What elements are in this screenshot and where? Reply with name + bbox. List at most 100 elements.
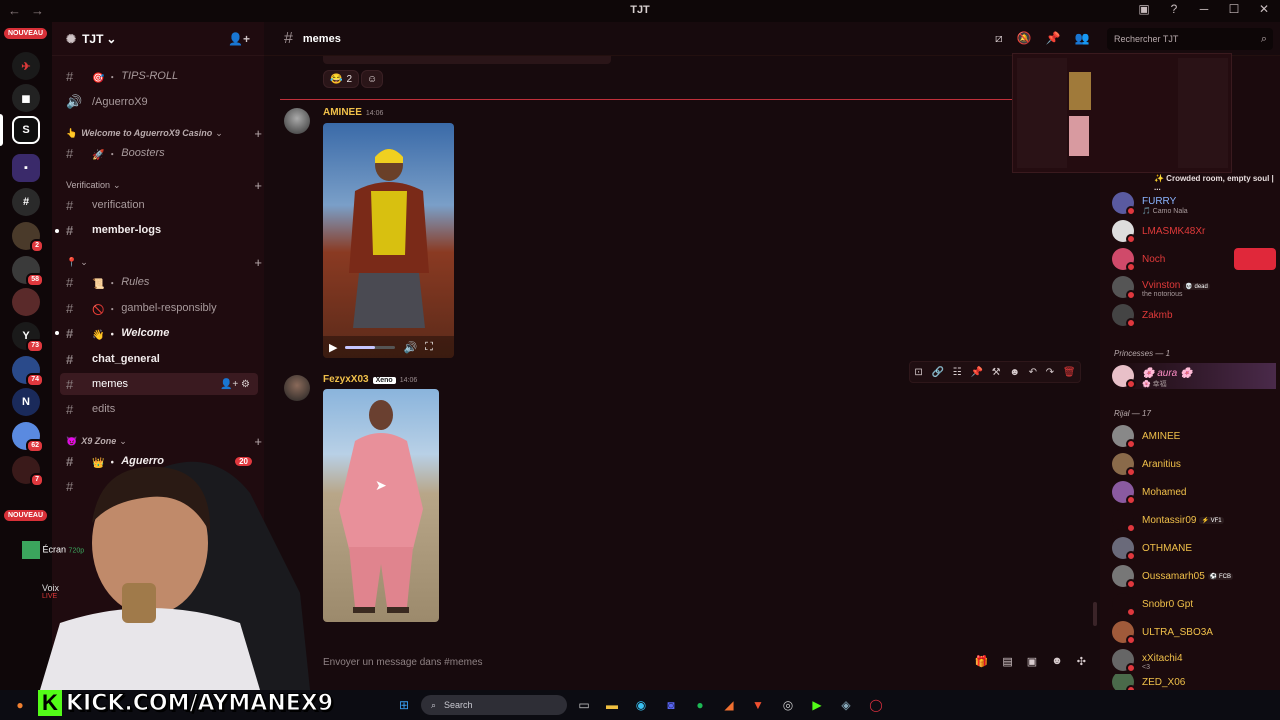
- opera-icon[interactable]: ◯: [868, 697, 884, 713]
- category-welcome[interactable]: 👆 Welcome to AguerroX9 Casino ⌄ +: [66, 125, 262, 141]
- video-attachment[interactable]: ▶ 🔊 ⛶: [323, 123, 454, 358]
- link-icon[interactable]: 🔗: [932, 367, 944, 378]
- member-item[interactable]: Snobr0 Gpt: [1112, 591, 1276, 617]
- server-icon[interactable]: #: [12, 188, 40, 216]
- gift-icon[interactable]: 🎁: [975, 655, 989, 668]
- category-x9zone[interactable]: 😈 X9 Zone ⌄ +: [66, 433, 262, 449]
- message-author[interactable]: FezyxX03 Xeno 14:06: [323, 374, 417, 385]
- emoji-icon[interactable]: ☻: [1051, 655, 1063, 668]
- server-icon-tjt[interactable]: S: [12, 116, 40, 144]
- member-item[interactable]: Noch: [1112, 246, 1276, 272]
- gif-icon[interactable]: ▤: [1002, 655, 1012, 668]
- folder-icon[interactable]: ▪: [12, 154, 40, 182]
- member-item[interactable]: Zakmb: [1112, 302, 1276, 328]
- server-icon[interactable]: [12, 288, 40, 316]
- channel-welcome[interactable]: # 👋 ・ Welcome: [60, 322, 258, 344]
- maximize-icon[interactable]: ☐: [1226, 2, 1242, 16]
- reply-icon[interactable]: ↶: [1029, 367, 1037, 378]
- message-author[interactable]: AMINEE 14:06: [323, 107, 383, 118]
- image-attachment[interactable]: [323, 389, 439, 622]
- minimize-icon[interactable]: ─: [1196, 2, 1212, 16]
- member-item[interactable]: 🌸 aura 🌸 🌸 幸福: [1112, 363, 1276, 389]
- server-icon[interactable]: N: [12, 388, 40, 416]
- add-channel-icon[interactable]: +: [254, 126, 262, 141]
- server-icon[interactable]: Y 73: [12, 322, 44, 353]
- member-item[interactable]: Mohamed: [1112, 479, 1276, 505]
- channel-tips-roll[interactable]: # 🎯 ・ TIPS-ROLL: [60, 65, 258, 87]
- spotify-icon[interactable]: ●: [692, 697, 708, 713]
- threads-icon[interactable]: ⧄: [995, 31, 1003, 46]
- channel-rules[interactable]: # 📜 ・ Rules: [60, 271, 258, 293]
- fullscreen-icon[interactable]: ⛶: [425, 341, 433, 354]
- sticker-icon[interactable]: ▣: [1027, 655, 1037, 668]
- member-item[interactable]: ULTRA_SBO3A: [1112, 619, 1276, 645]
- file-explorer-icon[interactable]: ▬: [604, 697, 620, 713]
- reaction-chip[interactable]: 😂 2: [323, 70, 360, 88]
- message-input[interactable]: Envoyer un message dans #memes 🎁 ▤ ▣ ☻ ✣: [280, 650, 1086, 674]
- member-item[interactable]: LMASMK48Xr: [1112, 218, 1276, 244]
- windows-start-icon[interactable]: ⊞: [396, 697, 412, 713]
- taskbar-search[interactable]: ⌕ Search: [421, 695, 567, 715]
- channel-verification[interactable]: # verification: [60, 194, 258, 216]
- server-icon[interactable]: 62: [12, 422, 44, 453]
- pin-icon[interactable]: 📌: [970, 367, 982, 378]
- channel-chat-general[interactable]: # chat_general: [60, 348, 258, 370]
- app-icon[interactable]: ●: [12, 697, 28, 713]
- obs-icon[interactable]: ◎: [780, 697, 796, 713]
- member-item[interactable]: OTHMANE: [1112, 535, 1276, 561]
- notifications-muted-icon[interactable]: 🔕: [1017, 31, 1032, 46]
- pinned-icon[interactable]: 📌: [1046, 31, 1061, 46]
- stream-preview[interactable]: [1012, 53, 1232, 173]
- delete-icon[interactable]: 🗑: [1063, 367, 1076, 378]
- help-icon[interactable]: ?: [1166, 2, 1182, 16]
- add-reaction-button[interactable]: ☺: [361, 70, 384, 88]
- member-item[interactable]: Aranitius: [1112, 451, 1276, 477]
- add-channel-icon[interactable]: +: [254, 434, 262, 449]
- apps-icon[interactable]: ✣: [1077, 655, 1086, 668]
- channel-voice-aguerrox9[interactable]: 🔊 /AguerroX9: [60, 91, 258, 113]
- tools-icon[interactable]: ⚒: [992, 367, 1001, 378]
- channel-settings-icon[interactable]: 👤+ ⚙: [220, 379, 250, 390]
- server-header[interactable]: ✺ TJT ⌄ 👤+: [52, 22, 264, 56]
- add-channel-icon[interactable]: +: [254, 255, 262, 270]
- member-item[interactable]: Montassir09 ⚡ VF1: [1112, 507, 1276, 533]
- scrollbar[interactable]: [1093, 602, 1097, 626]
- play-icon[interactable]: ▶: [329, 341, 337, 354]
- brave-icon[interactable]: ▼: [750, 697, 766, 713]
- server-icon[interactable]: ✈: [12, 52, 40, 80]
- discord-icon[interactable]: ◙: [663, 697, 679, 713]
- steam-icon[interactable]: ◈: [838, 697, 854, 713]
- member-list-icon[interactable]: 👥: [1075, 31, 1090, 46]
- member-item[interactable]: AMINEE: [1112, 423, 1276, 449]
- channel-member-logs[interactable]: # member-logs: [60, 219, 258, 241]
- volume-slider[interactable]: [345, 345, 396, 349]
- thread-icon[interactable]: ☷: [953, 367, 962, 378]
- app-icon[interactable]: ⊡: [914, 367, 922, 378]
- member-item[interactable]: ZED_X06: [1112, 674, 1276, 690]
- app-icon[interactable]: ◢: [721, 697, 737, 713]
- channel-edits[interactable]: # edits: [60, 398, 258, 420]
- member-item[interactable]: Oussamarh05 ⚽ FCB: [1112, 563, 1276, 589]
- inbox-icon[interactable]: ▣: [1136, 2, 1152, 16]
- channel-boosters[interactable]: # 🚀 ・ Boosters: [60, 142, 258, 164]
- close-icon[interactable]: ✕: [1256, 2, 1272, 16]
- category-pin[interactable]: 📍 ⌄ +: [66, 254, 262, 270]
- avatar[interactable]: [284, 108, 310, 134]
- category-verification[interactable]: Verification ⌄ +: [66, 177, 262, 193]
- forward-icon[interactable]: ↷: [1046, 367, 1054, 378]
- task-view-icon[interactable]: ▭: [576, 697, 592, 713]
- edge-icon[interactable]: ◉: [633, 697, 649, 713]
- member-item[interactable]: Vvinston 💀 dead the notorious: [1112, 274, 1276, 300]
- emoji-icon[interactable]: ☻: [1009, 367, 1020, 378]
- app-icon[interactable]: ▶: [809, 697, 825, 713]
- channel-gambel-responsibly[interactable]: # 🚫 ・ gambel-responsibly: [60, 297, 258, 319]
- server-icon[interactable]: 74: [12, 356, 44, 387]
- avatar[interactable]: [284, 375, 310, 401]
- server-icon[interactable]: ◼: [12, 84, 40, 112]
- add-channel-icon[interactable]: +: [254, 178, 262, 193]
- volume-icon[interactable]: 🔊: [403, 341, 417, 354]
- member-item[interactable]: FURRY 🎵 Camo Nala: [1112, 190, 1276, 216]
- server-icon[interactable]: 58: [12, 256, 44, 287]
- invite-icon[interactable]: 👤+: [228, 32, 250, 46]
- member-item[interactable]: xXitachi4 <3: [1112, 647, 1276, 673]
